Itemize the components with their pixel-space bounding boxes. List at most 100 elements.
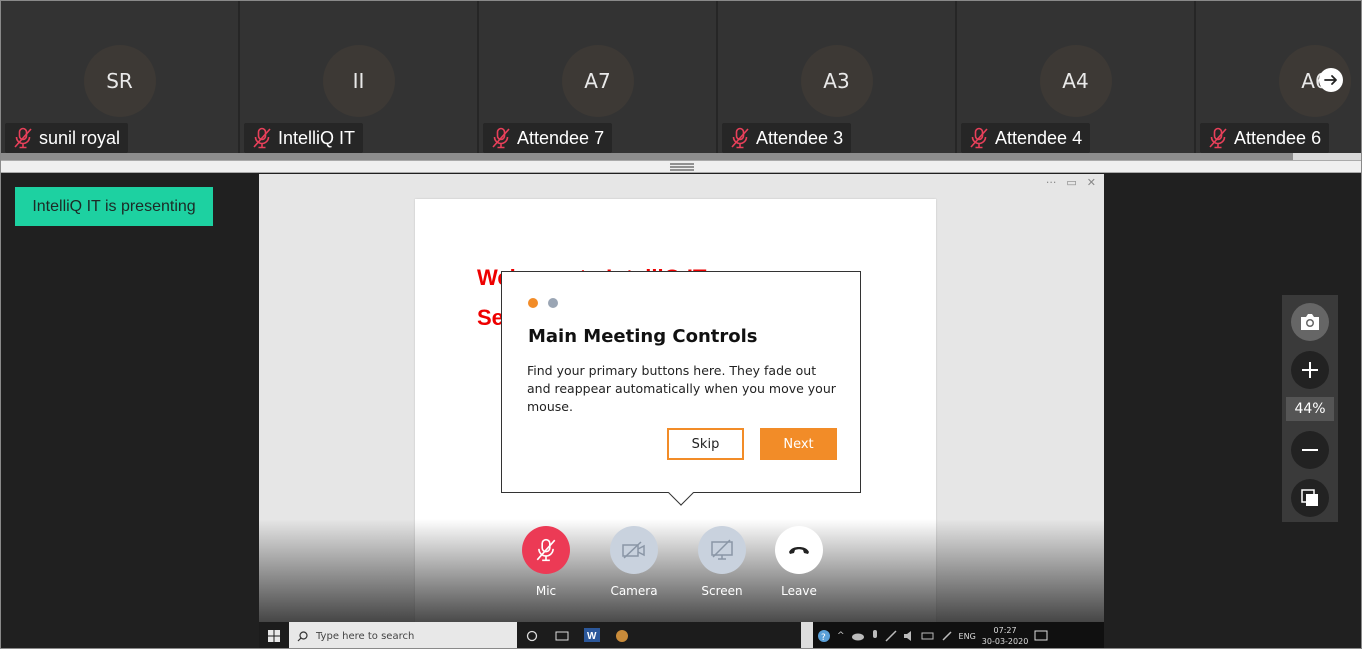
skip-button[interactable]: Skip bbox=[667, 428, 744, 460]
participant-name: sunil royal bbox=[39, 127, 121, 148]
restore-icon: ▭ bbox=[1066, 176, 1077, 189]
zoom-panel: 44% bbox=[1282, 295, 1338, 522]
help-icon: ? bbox=[818, 630, 830, 643]
close-icon: ✕ bbox=[1086, 176, 1096, 189]
network-icon bbox=[885, 630, 897, 642]
slide-subtitle-line: Se bbox=[477, 305, 504, 330]
app-icon bbox=[607, 622, 637, 648]
camera-control[interactable]: Camera bbox=[598, 526, 670, 598]
participant-name: Attendee 3 bbox=[756, 127, 844, 148]
volume-icon bbox=[903, 631, 911, 641]
participant-namebar: IntelliQ IT bbox=[244, 123, 364, 153]
taskbar-clock: 07:27 30-03-2020 bbox=[982, 625, 1029, 647]
search-icon bbox=[297, 630, 308, 641]
camera-button[interactable] bbox=[610, 526, 658, 574]
language-indicator: ENG bbox=[958, 631, 976, 641]
taskbar-scrollbar bbox=[801, 622, 813, 648]
step-dot-active bbox=[528, 298, 538, 308]
pen-icon bbox=[942, 631, 952, 641]
camera-icon bbox=[1301, 314, 1319, 330]
arrow-right-icon bbox=[1324, 75, 1337, 85]
hang-up-icon bbox=[789, 547, 809, 554]
screen-label: Screen bbox=[701, 584, 743, 598]
zoom-out-button[interactable] bbox=[1291, 431, 1329, 469]
clock-date: 30-03-2020 bbox=[981, 637, 1029, 646]
screen-control[interactable]: Screen bbox=[686, 526, 758, 598]
system-tray: ? ^ ENG 07:27 30-03-2020 bbox=[813, 622, 1104, 648]
onedrive-icon bbox=[851, 633, 864, 641]
mic-label: Mic bbox=[535, 584, 557, 598]
leave-control[interactable]: Leave bbox=[763, 526, 835, 598]
participant-tile[interactable]: II IntelliQ IT bbox=[240, 1, 479, 153]
participant-namebar: Attendee 7 bbox=[483, 123, 613, 153]
muted-mic-icon bbox=[970, 127, 988, 149]
next-button[interactable]: Next bbox=[760, 428, 837, 460]
participant-tile[interactable]: A3 Attendee 3 bbox=[718, 1, 957, 153]
mic-button[interactable] bbox=[522, 526, 570, 574]
plus-icon bbox=[1302, 362, 1318, 378]
avatar: II bbox=[322, 45, 395, 117]
camera-label: Camera bbox=[610, 584, 658, 598]
participant-strip: SR sunil royal II IntelliQ IT A7 Attende… bbox=[1, 1, 1361, 153]
screen-button[interactable] bbox=[698, 526, 746, 574]
participant-namebar: Attendee 3 bbox=[722, 123, 852, 153]
participant-name: Attendee 6 bbox=[1234, 127, 1322, 148]
drag-handle-icon bbox=[670, 163, 694, 171]
participant-name: Attendee 4 bbox=[995, 127, 1083, 148]
shared-taskbar: Type here to search W ? ^ ENG 07:27 30-0… bbox=[259, 622, 1104, 648]
participant-namebar: sunil royal bbox=[5, 123, 129, 153]
resize-divider[interactable] bbox=[1, 160, 1361, 173]
muted-mic-icon bbox=[731, 127, 749, 149]
muted-mic-icon bbox=[492, 127, 510, 149]
controls-fade bbox=[259, 519, 1104, 623]
shared-window-controls: ··· ▭ ✕ bbox=[1046, 176, 1096, 189]
svg-text:W: W bbox=[587, 631, 597, 642]
avatar: A4 bbox=[1039, 45, 1112, 117]
minus-icon bbox=[1302, 449, 1318, 451]
participant-tile[interactable]: A7 Attendee 7 bbox=[479, 1, 718, 153]
participant-namebar: Attendee 4 bbox=[961, 123, 1091, 153]
notifications-icon bbox=[1034, 630, 1048, 641]
start-icon bbox=[259, 622, 289, 648]
battery-icon bbox=[921, 632, 934, 640]
next-participants-button[interactable] bbox=[1319, 68, 1343, 92]
leave-button[interactable] bbox=[775, 526, 823, 574]
meeting-window: SR sunil royal II IntelliQ IT A7 Attende… bbox=[0, 0, 1362, 649]
zoom-in-button[interactable] bbox=[1291, 351, 1329, 389]
fit-to-window-button[interactable] bbox=[1291, 479, 1329, 517]
search-placeholder: Type here to search bbox=[316, 630, 415, 642]
muted-mic-icon bbox=[253, 127, 271, 149]
avatar: A3 bbox=[800, 45, 873, 117]
cortana-icon bbox=[517, 622, 547, 648]
presenting-badge: IntelliQ IT is presenting bbox=[15, 187, 213, 226]
leave-label: Leave bbox=[781, 584, 817, 598]
clock-time: 07:27 bbox=[993, 626, 1017, 635]
mic-tray-icon bbox=[872, 630, 877, 638]
participant-name: IntelliQ IT bbox=[278, 127, 356, 148]
avatar: A7 bbox=[561, 45, 634, 117]
participant-name: Attendee 7 bbox=[517, 127, 605, 148]
onboarding-tooltip: Main Meeting Controls Find your primary … bbox=[501, 271, 861, 506]
participant-strip-scrollbar[interactable] bbox=[1, 153, 1361, 160]
snapshot-button[interactable] bbox=[1291, 303, 1329, 341]
svg-text:?: ? bbox=[821, 633, 826, 643]
step-indicator bbox=[528, 298, 558, 308]
camera-off-icon bbox=[622, 541, 645, 559]
scrollbar-thumb[interactable] bbox=[1, 153, 1293, 160]
participant-tile[interactable]: A4 Attendee 4 bbox=[957, 1, 1196, 153]
step-dot bbox=[548, 298, 558, 308]
word-app-icon: W bbox=[577, 622, 607, 648]
tooltip-body: Find your primary buttons here. They fad… bbox=[527, 363, 836, 414]
chevron-up-icon: ^ bbox=[837, 631, 845, 641]
muted-mic-icon bbox=[14, 127, 32, 149]
muted-mic-icon bbox=[1209, 127, 1227, 149]
taskbar-search: Type here to search bbox=[289, 622, 517, 648]
more-icon: ··· bbox=[1045, 176, 1057, 189]
participant-tile[interactable]: SR sunil royal bbox=[1, 1, 240, 153]
task-view-icon bbox=[547, 622, 577, 648]
screen-share-off-icon bbox=[711, 539, 733, 560]
avatar: SR bbox=[83, 45, 156, 117]
mic-control[interactable]: Mic bbox=[510, 526, 582, 598]
participant-namebar: Attendee 6 bbox=[1200, 123, 1330, 153]
zoom-level: 44% bbox=[1286, 397, 1334, 421]
